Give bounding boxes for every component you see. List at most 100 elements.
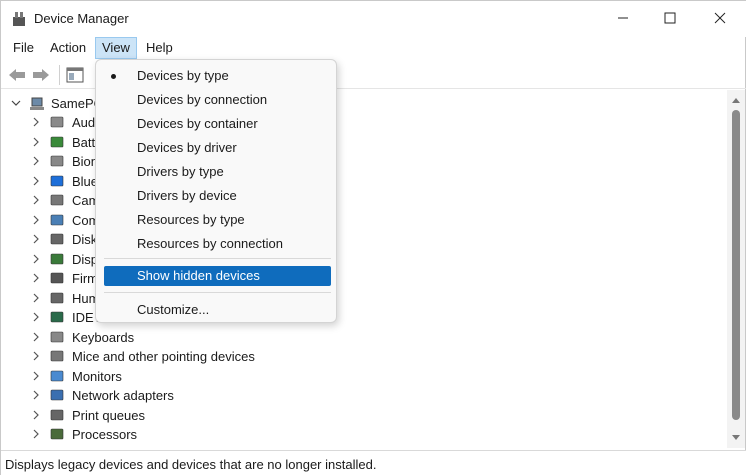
scroll-up-icon[interactable] xyxy=(731,96,741,104)
maximize-icon xyxy=(664,12,676,24)
tree-item-label: Keyboards xyxy=(72,329,135,345)
monitor-icon xyxy=(50,370,64,381)
maximize-button[interactable] xyxy=(647,1,693,35)
tree-item[interactable]: Network adapters xyxy=(3,386,403,405)
console-tree-icon xyxy=(66,67,84,83)
tree-item-label: Disk xyxy=(72,232,98,247)
chevron-right-icon[interactable] xyxy=(31,332,41,342)
menu-view[interactable]: View xyxy=(95,37,137,59)
menu-item-label: Resources by type xyxy=(137,212,245,227)
menu-item-label: Drivers by device xyxy=(137,188,237,203)
tree-item-label: Aud xyxy=(72,115,96,130)
menu-item-devices-by-connection[interactable]: Devices by connection xyxy=(104,90,331,110)
menu-item-devices-by-driver[interactable]: Devices by driver xyxy=(104,138,331,158)
vertical-scrollbar[interactable] xyxy=(727,90,745,448)
tree-item[interactable]: Monitors xyxy=(3,367,403,386)
tree-item-label: Mice and other pointing devices xyxy=(72,349,255,364)
chevron-right-icon[interactable] xyxy=(31,390,41,400)
menu-item-drivers-by-type[interactable]: Drivers by type xyxy=(104,162,331,182)
tree-item[interactable]: Keyboards xyxy=(3,328,403,347)
firmware-icon xyxy=(50,272,64,284)
chevron-right-icon[interactable] xyxy=(31,176,41,186)
chevron-right-icon[interactable] xyxy=(31,254,41,264)
menu-item-label: Devices by driver xyxy=(137,140,237,155)
tree-item-label: Processors xyxy=(72,427,138,442)
menu-item-resources-by-connection[interactable]: Resources by connection xyxy=(104,234,331,254)
tree-item-label: Network adapters xyxy=(72,388,174,403)
chevron-right-icon[interactable] xyxy=(31,429,41,439)
scroll-down-icon[interactable] xyxy=(731,434,741,442)
chevron-right-icon[interactable] xyxy=(31,371,41,381)
chevron-right-icon[interactable] xyxy=(31,293,41,303)
tree-item[interactable]: Processors xyxy=(3,425,403,444)
chevron-down-icon[interactable] xyxy=(11,98,21,108)
computer-icon xyxy=(30,97,44,110)
keyboard-icon xyxy=(50,331,64,342)
menu-item-label: Resources by connection xyxy=(137,236,283,251)
status-bar: Displays legacy devices and devices that… xyxy=(1,450,746,476)
network-icon xyxy=(50,389,64,401)
tree-item-label: Print queues xyxy=(72,407,145,423)
battery-icon xyxy=(50,136,64,147)
menu-item-customize[interactable]: Customize... xyxy=(104,300,331,320)
chevron-right-icon[interactable] xyxy=(31,312,41,322)
close-icon xyxy=(714,12,726,24)
chevron-right-icon[interactable] xyxy=(31,351,41,361)
menu-item-label: Customize... xyxy=(137,302,210,317)
menu-item-label: Devices by type xyxy=(137,68,229,83)
menu-file[interactable]: File xyxy=(7,37,40,59)
window-title: Device Manager xyxy=(34,11,129,26)
chevron-right-icon[interactable] xyxy=(31,273,41,283)
device-manager-window: Device Manager File Action View Help Sam… xyxy=(0,0,746,476)
display-icon xyxy=(50,253,64,264)
forward-button[interactable] xyxy=(31,65,51,85)
biometric-icon xyxy=(50,155,64,167)
tree-item[interactable]: Mice and other pointing devices xyxy=(3,347,403,366)
menu-item-label: Devices by container xyxy=(137,116,258,131)
device-manager-app-icon xyxy=(13,12,25,26)
minimize-icon xyxy=(618,17,628,19)
processor-icon xyxy=(50,428,64,440)
tree-item-label: Monitors xyxy=(72,368,122,384)
hid-icon xyxy=(50,292,64,303)
chevron-right-icon[interactable] xyxy=(31,137,41,147)
back-arrow-icon xyxy=(9,69,25,81)
menu-help[interactable]: Help xyxy=(140,37,179,59)
chevron-right-icon[interactable] xyxy=(31,156,41,166)
close-button[interactable] xyxy=(697,1,743,35)
computer-icon xyxy=(50,214,64,225)
printer-icon xyxy=(50,409,64,420)
disk-icon xyxy=(50,233,64,245)
forward-arrow-icon xyxy=(33,69,49,81)
menu-item-label: Show hidden devices xyxy=(137,268,260,283)
show-hide-console-tree-button[interactable] xyxy=(65,65,85,85)
menu-item-drivers-by-device[interactable]: Drivers by device xyxy=(104,186,331,206)
minimize-button[interactable] xyxy=(600,1,646,35)
menu-separator xyxy=(104,292,331,293)
chevron-right-icon[interactable] xyxy=(31,117,41,127)
chevron-right-icon[interactable] xyxy=(31,410,41,420)
status-text: Displays legacy devices and devices that… xyxy=(5,457,377,472)
tree-root[interactable]: SamePC xyxy=(3,94,103,113)
back-button[interactable] xyxy=(7,65,27,85)
menu-bar: File Action View Help xyxy=(1,37,746,59)
mouse-icon xyxy=(50,350,64,362)
menu-item-devices-by-container[interactable]: Devices by container xyxy=(104,114,331,134)
toolbar-separator xyxy=(59,65,60,85)
bluetooth-icon xyxy=(50,175,64,186)
chevron-right-icon[interactable] xyxy=(31,234,41,244)
menu-item-show-hidden-devices[interactable]: Show hidden devices xyxy=(104,266,331,286)
chevron-right-icon[interactable] xyxy=(31,215,41,225)
menu-item-label: Drivers by type xyxy=(137,164,224,179)
menu-item-devices-by-type[interactable]: Devices by type xyxy=(104,66,331,86)
tree-item[interactable]: Print queues xyxy=(3,406,403,425)
scrollbar-thumb[interactable] xyxy=(732,110,740,420)
chevron-right-icon[interactable] xyxy=(31,195,41,205)
checked-bullet-icon xyxy=(111,74,116,79)
menu-item-resources-by-type[interactable]: Resources by type xyxy=(104,210,331,230)
ide-icon xyxy=(50,311,64,323)
title-bar: Device Manager xyxy=(1,1,746,37)
tree-item-label: Batt xyxy=(72,134,96,150)
menu-action[interactable]: Action xyxy=(44,37,92,59)
menu-item-label: Devices by connection xyxy=(137,92,268,107)
